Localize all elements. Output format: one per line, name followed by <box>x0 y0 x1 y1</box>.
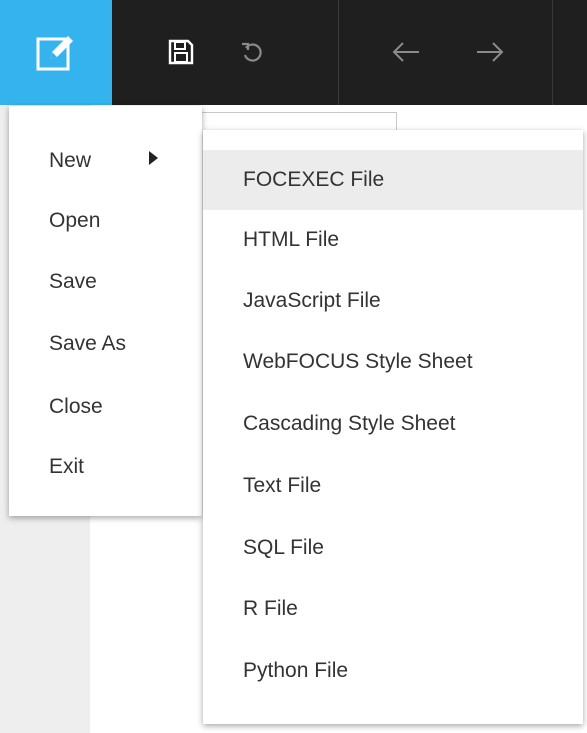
forward-arrow-icon <box>477 42 504 62</box>
submenu-arrow-icon <box>149 151 158 165</box>
submenu-item-focexec-file[interactable]: FOCEXEC File <box>203 150 583 210</box>
menu-item-new[interactable]: New <box>49 149 91 173</box>
menu-item-save[interactable]: Save <box>49 270 97 294</box>
submenu-item-python-file[interactable]: Python File <box>203 641 583 701</box>
background-tab <box>200 112 397 131</box>
submenu-item-text-file[interactable]: Text File <box>203 456 583 516</box>
save-icon <box>168 39 194 65</box>
submenu-item-javascript-file[interactable]: JavaScript File <box>203 271 583 331</box>
toolbar-divider-2 <box>552 0 553 105</box>
save-button[interactable] <box>163 34 199 70</box>
menu-item-close[interactable]: Close <box>49 395 103 419</box>
refresh-icon <box>242 42 262 62</box>
refresh-button[interactable] <box>234 34 270 70</box>
new-submenu: FOCEXEC File HTML File JavaScript File W… <box>203 130 583 724</box>
edit-icon <box>36 35 73 70</box>
forward-button[interactable] <box>472 34 508 70</box>
menu-item-save-as[interactable]: Save As <box>49 332 126 356</box>
submenu-item-webfocus-style-sheet[interactable]: WebFOCUS Style Sheet <box>203 332 583 392</box>
toolbar <box>0 0 587 105</box>
submenu-item-cascading-style-sheet[interactable]: Cascading Style Sheet <box>203 394 583 454</box>
menu-item-open[interactable]: Open <box>49 209 100 233</box>
submenu-item-sql-file[interactable]: SQL File <box>203 518 583 578</box>
file-menu <box>9 106 202 516</box>
menu-item-exit[interactable]: Exit <box>49 455 84 479</box>
back-button[interactable] <box>388 34 424 70</box>
submenu-item-r-file[interactable]: R File <box>203 579 583 639</box>
file-menu-button[interactable] <box>0 0 112 105</box>
submenu-item-html-file[interactable]: HTML File <box>203 210 583 270</box>
back-arrow-icon <box>392 42 419 62</box>
toolbar-divider <box>338 0 339 105</box>
